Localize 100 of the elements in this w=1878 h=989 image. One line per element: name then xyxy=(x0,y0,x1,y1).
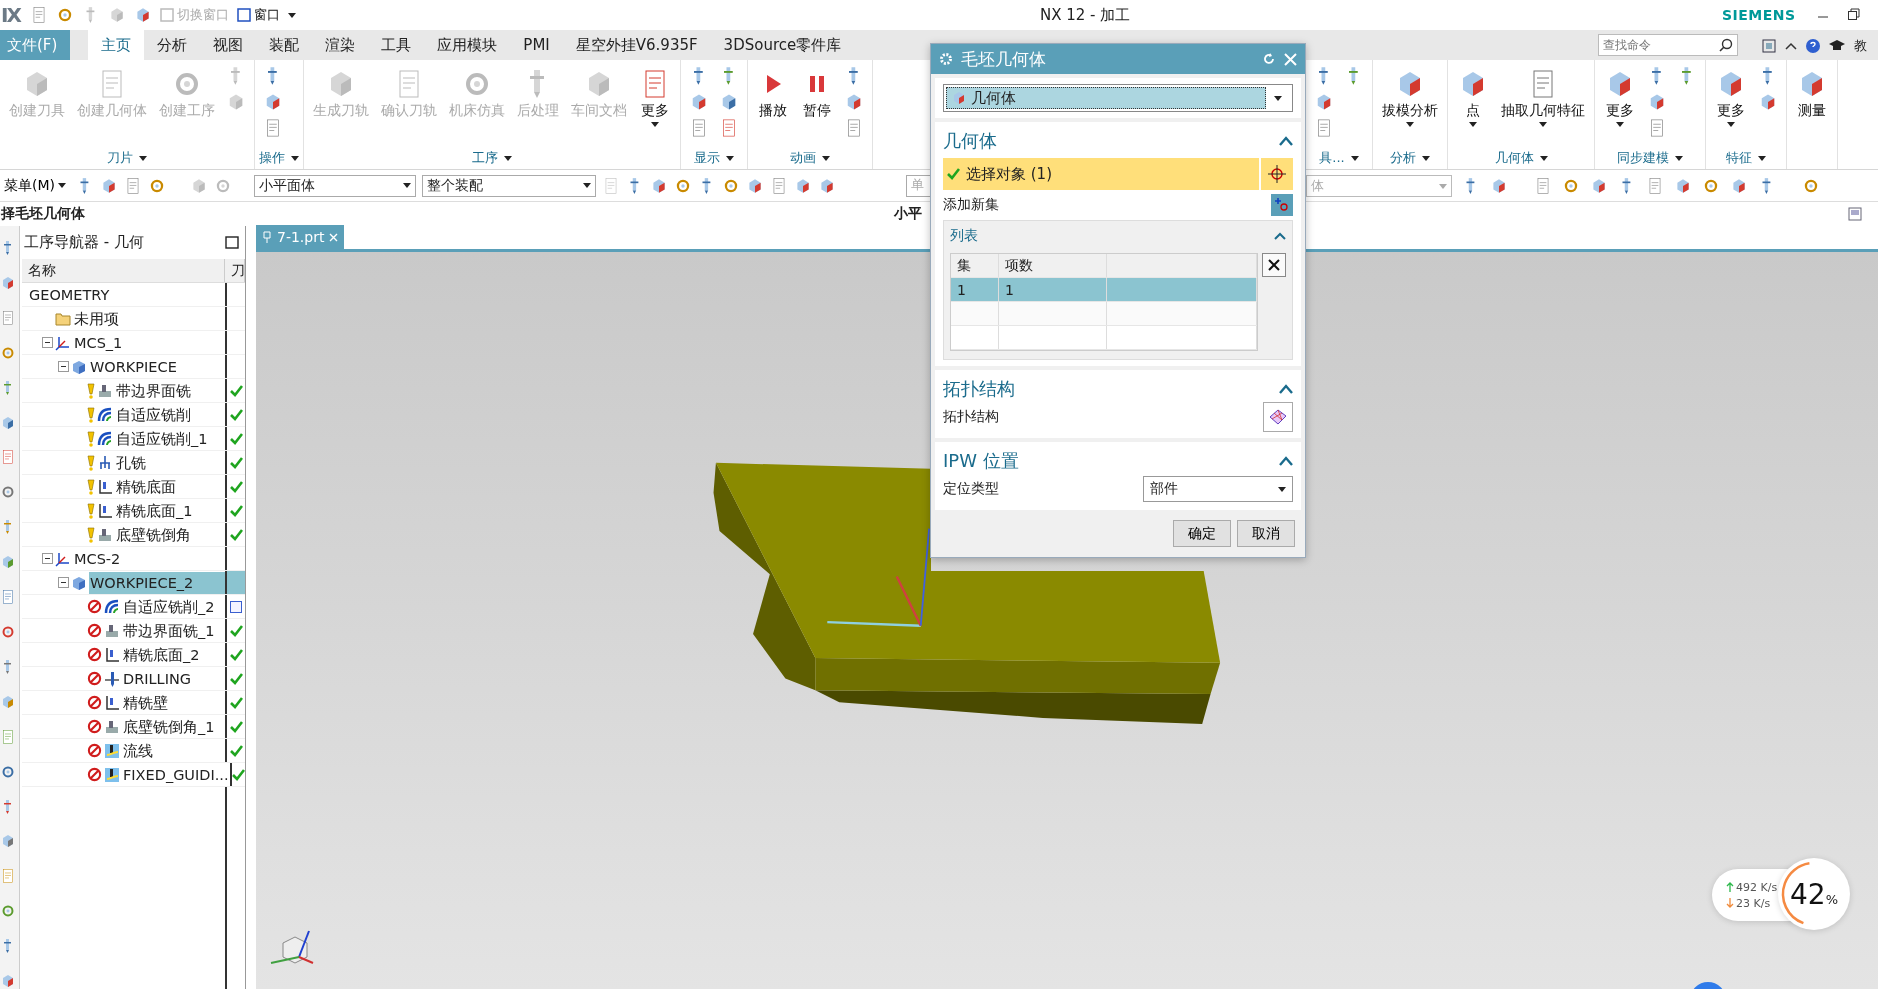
crosshair-button[interactable] xyxy=(1261,158,1293,190)
tree-item[interactable]: DRILLING xyxy=(122,667,193,690)
pin-icon xyxy=(262,231,272,243)
collapse-icon[interactable] xyxy=(1279,136,1293,146)
ribbon-tab[interactable]: 视图 xyxy=(200,30,257,60)
no-entry-icon xyxy=(87,599,102,614)
mill-icon xyxy=(104,622,120,639)
filter-dropdown[interactable]: 整个装配 xyxy=(422,174,596,197)
ribbon-button[interactable]: 暂停 xyxy=(796,66,838,122)
help-label[interactable]: 教 xyxy=(1854,37,1867,55)
ribbon-button[interactable]: 抽取几何特征 xyxy=(1496,66,1590,129)
maximize-icon[interactable] xyxy=(225,236,239,249)
tree-item[interactable]: 流线 xyxy=(122,739,154,762)
axes-icon xyxy=(55,334,71,351)
select-object-row[interactable]: 选择对象 (1) xyxy=(943,158,1259,190)
tree-item[interactable]: 底壁铣倒角 xyxy=(115,523,192,546)
ribbon-tab[interactable]: 装配 xyxy=(256,30,313,60)
gear-icon xyxy=(1702,177,1720,195)
tree-item[interactable]: 底壁铣倒角_1 xyxy=(122,715,216,738)
gear-icon xyxy=(1802,177,1820,195)
ribbon-button[interactable]: 更多 xyxy=(1710,66,1752,129)
cube-icon xyxy=(0,414,16,431)
ribbon-button[interactable]: 播放 xyxy=(752,66,794,122)
search-field[interactable]: 查找命令 xyxy=(1598,34,1738,56)
dialog-button[interactable]: 取消 xyxy=(1237,520,1295,547)
tree-item[interactable]: 精铣壁 xyxy=(122,691,169,714)
plus-crosshair-icon xyxy=(1275,198,1289,212)
reset-icon[interactable] xyxy=(1262,52,1276,66)
ribbon-button[interactable]: 更多 xyxy=(1599,66,1641,129)
no-entry-icon xyxy=(87,767,102,782)
exclamation-icon xyxy=(87,454,95,471)
up-arrow-icon xyxy=(1726,882,1734,892)
list-row[interactable]: 1 1 xyxy=(951,278,1257,302)
menu-button[interactable]: 菜单(M) xyxy=(0,176,70,195)
delete-button[interactable] xyxy=(1262,253,1286,277)
column-header[interactable]: 名称 xyxy=(22,259,225,282)
dialog-button[interactable]: 确定 xyxy=(1173,520,1231,547)
tree-item[interactable]: 自适应铣削_1 xyxy=(115,427,209,450)
caret-icon xyxy=(583,183,591,188)
close-icon[interactable] xyxy=(1284,52,1297,66)
section-title: 几何体 xyxy=(943,129,997,153)
collapse-icon[interactable] xyxy=(1279,384,1293,394)
tree-item[interactable]: MCS-2 xyxy=(73,547,122,570)
tree-item[interactable]: 精铣底面 xyxy=(115,475,177,498)
ribbon-tab[interactable]: 3DSource零件库 xyxy=(710,30,855,60)
filter-dropdown[interactable]: 小平面体 xyxy=(254,174,416,197)
ribbon-button[interactable]: 测量 xyxy=(1791,66,1833,122)
tree-item[interactable]: 自适应铣削_2 xyxy=(122,595,216,618)
column-header[interactable]: 项数 xyxy=(999,254,1107,277)
collapse-toggle-icon[interactable] xyxy=(42,337,53,348)
collapse-toggle-icon[interactable] xyxy=(42,553,53,564)
ribbon-button[interactable]: 拔模分析 xyxy=(1377,66,1443,129)
exclamation-icon xyxy=(87,430,95,447)
tree-item[interactable]: 带边界面铣_1 xyxy=(122,619,216,642)
tree-item[interactable]: WORKPIECE xyxy=(89,355,178,378)
tree-item[interactable]: MCS_1 xyxy=(73,331,124,354)
tree-item[interactable]: 自适应铣削 xyxy=(115,403,192,426)
restore-icon[interactable] xyxy=(1848,8,1860,20)
ribbon-tab[interactable]: 主页 xyxy=(88,30,145,60)
close-icon[interactable] xyxy=(329,232,339,242)
column-header[interactable]: 刀 xyxy=(225,259,245,282)
collapse-icon[interactable] xyxy=(1279,456,1293,466)
tree-item[interactable]: WORKPIECE_2 xyxy=(89,571,225,594)
ribbon-tab[interactable]: PMI xyxy=(510,30,563,60)
position-type-dropdown[interactable]: 部件 xyxy=(1143,476,1293,502)
group-label: 工序 xyxy=(472,149,498,167)
ribbon-tab[interactable]: 分析 xyxy=(144,30,201,60)
group-label: 分析 xyxy=(1390,149,1416,167)
column-header[interactable]: 集 xyxy=(951,254,999,277)
ribbon-button[interactable]: 更多 xyxy=(634,66,676,129)
hole-icon xyxy=(97,454,113,471)
tree-item[interactable]: 精铣底面_1 xyxy=(115,499,194,522)
chevron-up-icon[interactable] xyxy=(1785,41,1797,51)
group-label: 刀片 xyxy=(107,149,133,167)
ribbon-tab[interactable]: 工具 xyxy=(368,30,425,60)
fullscreen-icon[interactable] xyxy=(1762,39,1776,53)
tree-item[interactable]: FIXED_GUIDI... xyxy=(122,763,230,786)
spiral-icon xyxy=(97,406,113,423)
tree-item[interactable]: GEOMETRY xyxy=(28,283,111,306)
ribbon-tab[interactable]: 渲染 xyxy=(312,30,369,60)
tree-item[interactable]: 未用项 xyxy=(73,307,120,330)
collapse-toggle-icon[interactable] xyxy=(58,577,69,588)
close-icon xyxy=(1267,258,1281,272)
tree-item[interactable]: 精铣底面_2 xyxy=(122,643,201,666)
cube-icon xyxy=(0,274,16,291)
type-dropdown[interactable]: 几何体 xyxy=(943,84,1293,112)
document-icon xyxy=(602,176,620,195)
ribbon-tab[interactable]: 星空外挂V6.935F xyxy=(562,30,711,60)
help-icon[interactable] xyxy=(1806,39,1820,53)
tree-item[interactable]: 孔铣 xyxy=(115,451,147,474)
quick-access-button[interactable]: 窗口 xyxy=(236,6,280,24)
caret-icon xyxy=(291,155,299,161)
collapse-toggle-icon[interactable] xyxy=(58,361,69,372)
topology-button[interactable] xyxy=(1263,402,1293,432)
floor-icon xyxy=(104,646,120,663)
ribbon-button[interactable]: 点 xyxy=(1452,66,1494,129)
group-label: 显示 xyxy=(694,149,720,167)
tree-item[interactable]: 带边界面铣 xyxy=(115,379,192,402)
collapse-icon[interactable] xyxy=(1274,232,1286,240)
ribbon-tab[interactable]: 应用模块 xyxy=(424,30,511,60)
